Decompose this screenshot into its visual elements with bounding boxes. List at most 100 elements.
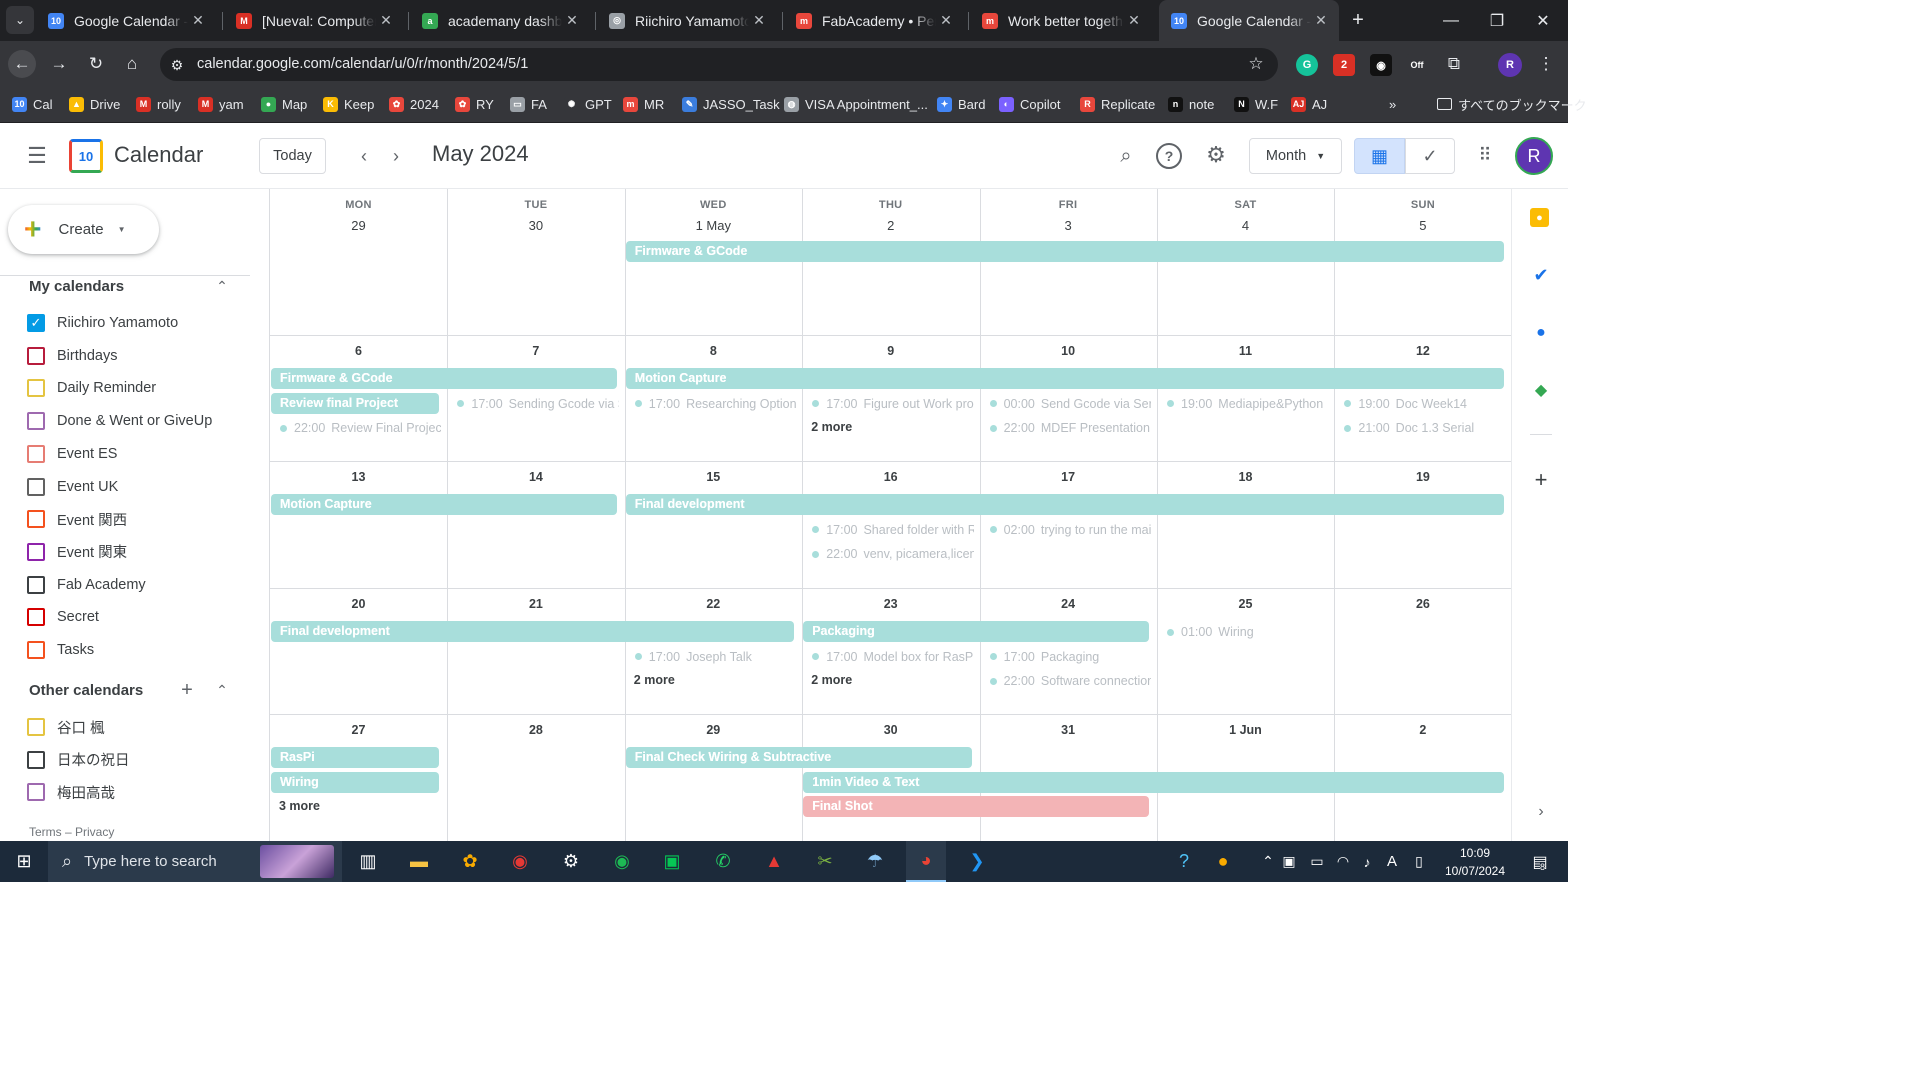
timed-event[interactable]: 19:00 Doc Week14 — [1334, 394, 1506, 414]
tab-close-icon[interactable]: ✕ — [376, 12, 396, 29]
account-avatar[interactable]: R — [1515, 137, 1553, 175]
bookmark-item[interactable]: m MR — [623, 94, 664, 114]
timed-event[interactable]: 22:00 MDEF Presentation — [980, 418, 1151, 438]
calendar-checkbox[interactable] — [27, 783, 45, 802]
browser-tab[interactable]: m FabAcademy • Person✕ — [784, 0, 964, 41]
day-number[interactable]: 15 — [625, 470, 802, 484]
bookmark-item[interactable]: ✎ JASSO_Task — [682, 94, 780, 114]
calendar-list-item[interactable]: 梅田高哉 — [27, 777, 115, 807]
profile-avatar[interactable]: R — [1498, 53, 1522, 77]
my-calendars-heading[interactable]: My calendars — [29, 278, 124, 295]
extension-icon[interactable]: G — [1296, 54, 1318, 76]
bookmark-item[interactable]: K Keep — [323, 94, 374, 114]
day-number[interactable]: 31 — [980, 723, 1157, 737]
timed-event[interactable]: 17:00 Shared folder with Raspi — [802, 520, 974, 540]
new-tab-icon[interactable]: + — [1344, 6, 1372, 34]
calendar-list-item[interactable]: Secret — [27, 602, 99, 632]
footer-links[interactable]: Terms – Privacy — [29, 825, 114, 839]
all-day-event[interactable]: Final Check Wiring & Subtractive — [625, 747, 972, 768]
all-day-event[interactable]: Firmware & GCode — [625, 241, 1504, 262]
calendar-checkbox[interactable] — [27, 510, 45, 529]
calendar-logo[interactable]: 10 — [69, 139, 103, 173]
day-number[interactable]: 30 — [447, 218, 624, 233]
bookmark-item[interactable]: ✦ Bard — [937, 94, 985, 114]
tab-close-icon[interactable]: ✕ — [1124, 12, 1144, 29]
day-number[interactable]: 9 — [802, 344, 979, 358]
bookmark-item[interactable]: ✿ 2024 — [389, 94, 439, 114]
timed-event[interactable]: 17:00 Joseph Talk — [625, 647, 796, 667]
voice-recorder-icon[interactable]: ◉ — [500, 841, 540, 882]
day-number[interactable]: 2 — [1334, 723, 1511, 737]
help-tray-icon[interactable]: ? — [1164, 841, 1204, 882]
calendar-list-item[interactable]: ✓ Riichiro Yamamoto — [27, 308, 178, 338]
browser-tab[interactable]: ◎ Riichiro Yamamoto - ✕ — [597, 0, 777, 41]
calendar-checkbox[interactable] — [27, 542, 45, 561]
bookmark-item[interactable]: AJ AJ — [1291, 94, 1327, 114]
collapse-chevron-icon[interactable]: ⌃ — [212, 276, 232, 296]
all-day-event[interactable]: Final development — [625, 494, 1504, 515]
day-number[interactable]: 14 — [447, 470, 624, 484]
day-number[interactable]: 27 — [270, 723, 447, 737]
forward-icon[interactable]: → — [45, 50, 73, 78]
day-number[interactable]: 3 — [980, 218, 1157, 233]
day-number[interactable]: 2 — [802, 218, 979, 233]
line-icon[interactable]: ▣ — [652, 841, 692, 882]
calendar-view-toggle[interactable]: ▦ — [1354, 138, 1405, 174]
day-number[interactable]: 18 — [1157, 470, 1334, 484]
extension-icon[interactable]: Off — [1406, 54, 1428, 76]
bookmark-item[interactable]: ◐ Copilot — [999, 94, 1060, 114]
tab-close-icon[interactable]: ✕ — [188, 12, 208, 29]
calendar-checkbox[interactable]: ✓ — [27, 314, 45, 332]
prev-month-icon[interactable]: ‹ — [350, 142, 378, 170]
day-number[interactable]: 23 — [802, 597, 979, 611]
all-day-event[interactable]: RasPi — [271, 747, 440, 768]
tab-close-icon[interactable]: ✕ — [936, 12, 956, 29]
all-day-event[interactable]: Final Shot — [803, 796, 1149, 817]
day-number[interactable]: 21 — [447, 597, 624, 611]
all-day-event[interactable]: Review final Project — [271, 392, 440, 414]
browser-tab[interactable]: m Work better together ✕ — [970, 0, 1152, 41]
reload-icon[interactable]: ↻ — [82, 50, 110, 78]
day-number[interactable]: 22 — [625, 597, 802, 611]
calendar-checkbox[interactable] — [27, 412, 45, 431]
calendar-checkbox[interactable] — [27, 718, 45, 736]
url-text[interactable]: calendar.google.com/calendar/u/0/r/month… — [197, 56, 528, 72]
day-number[interactable]: 8 — [625, 344, 802, 358]
maps-icon[interactable]: ◆ — [1530, 379, 1552, 401]
calendar-list-item[interactable]: Tasks — [27, 635, 94, 665]
more-events-link[interactable]: 2 more — [634, 673, 675, 687]
timed-event[interactable]: 17:00 Researching Options — [625, 394, 796, 414]
timed-event[interactable]: 17:00 Figure out Work process — [802, 394, 974, 414]
more-events-link[interactable]: 2 more — [811, 420, 852, 434]
keep-icon[interactable]: ● — [1530, 208, 1549, 227]
all-day-event[interactable]: Motion Capture — [625, 368, 1504, 389]
back-icon[interactable]: ← — [8, 50, 36, 78]
timed-event[interactable]: 02:00 trying to run the main — [980, 520, 1151, 540]
collapse-chevron-icon[interactable]: ⌃ — [212, 680, 232, 700]
calendar-list-item[interactable]: Fab Academy — [27, 570, 146, 600]
day-number[interactable]: 24 — [980, 597, 1157, 611]
day-number[interactable]: 26 — [1334, 597, 1511, 611]
bookmark-item[interactable]: ▲ Drive — [69, 94, 120, 114]
site-info-icon[interactable]: ⚙ — [163, 51, 191, 79]
all-day-event[interactable]: Packaging — [803, 621, 1149, 642]
bookmark-item[interactable]: ✿ RY — [455, 94, 494, 114]
timed-event[interactable]: 01:00 Wiring — [1157, 622, 1328, 642]
extensions-puzzle-icon[interactable]: ⧉ — [1440, 50, 1468, 78]
day-number[interactable]: 7 — [447, 344, 624, 358]
day-number[interactable]: 13 — [270, 470, 447, 484]
calendar-checkbox[interactable] — [27, 750, 45, 769]
bookmark-item[interactable]: N W.F — [1234, 94, 1278, 114]
day-number[interactable]: 12 — [1334, 344, 1511, 358]
get-addons-plus-icon[interactable]: + — [1530, 467, 1552, 492]
weather-tray-icon[interactable]: ● — [1203, 841, 1243, 882]
search-icon[interactable]: ⌕ — [1112, 142, 1140, 170]
help-icon[interactable]: ? — [1156, 143, 1182, 169]
timed-event[interactable]: 22:00 Review Final Project — [270, 418, 441, 438]
browser-tab[interactable]: 10 Google Calendar - M✕ — [1159, 0, 1339, 41]
chrome-icon[interactable]: ◕ — [906, 841, 946, 882]
bookmark-star-icon[interactable]: ☆ — [1242, 50, 1270, 78]
browser-menu-icon[interactable]: ⋮ — [1532, 50, 1560, 78]
snipping-tool-icon[interactable]: ✂ — [805, 841, 845, 882]
photos-icon[interactable]: ✿ — [450, 841, 490, 882]
